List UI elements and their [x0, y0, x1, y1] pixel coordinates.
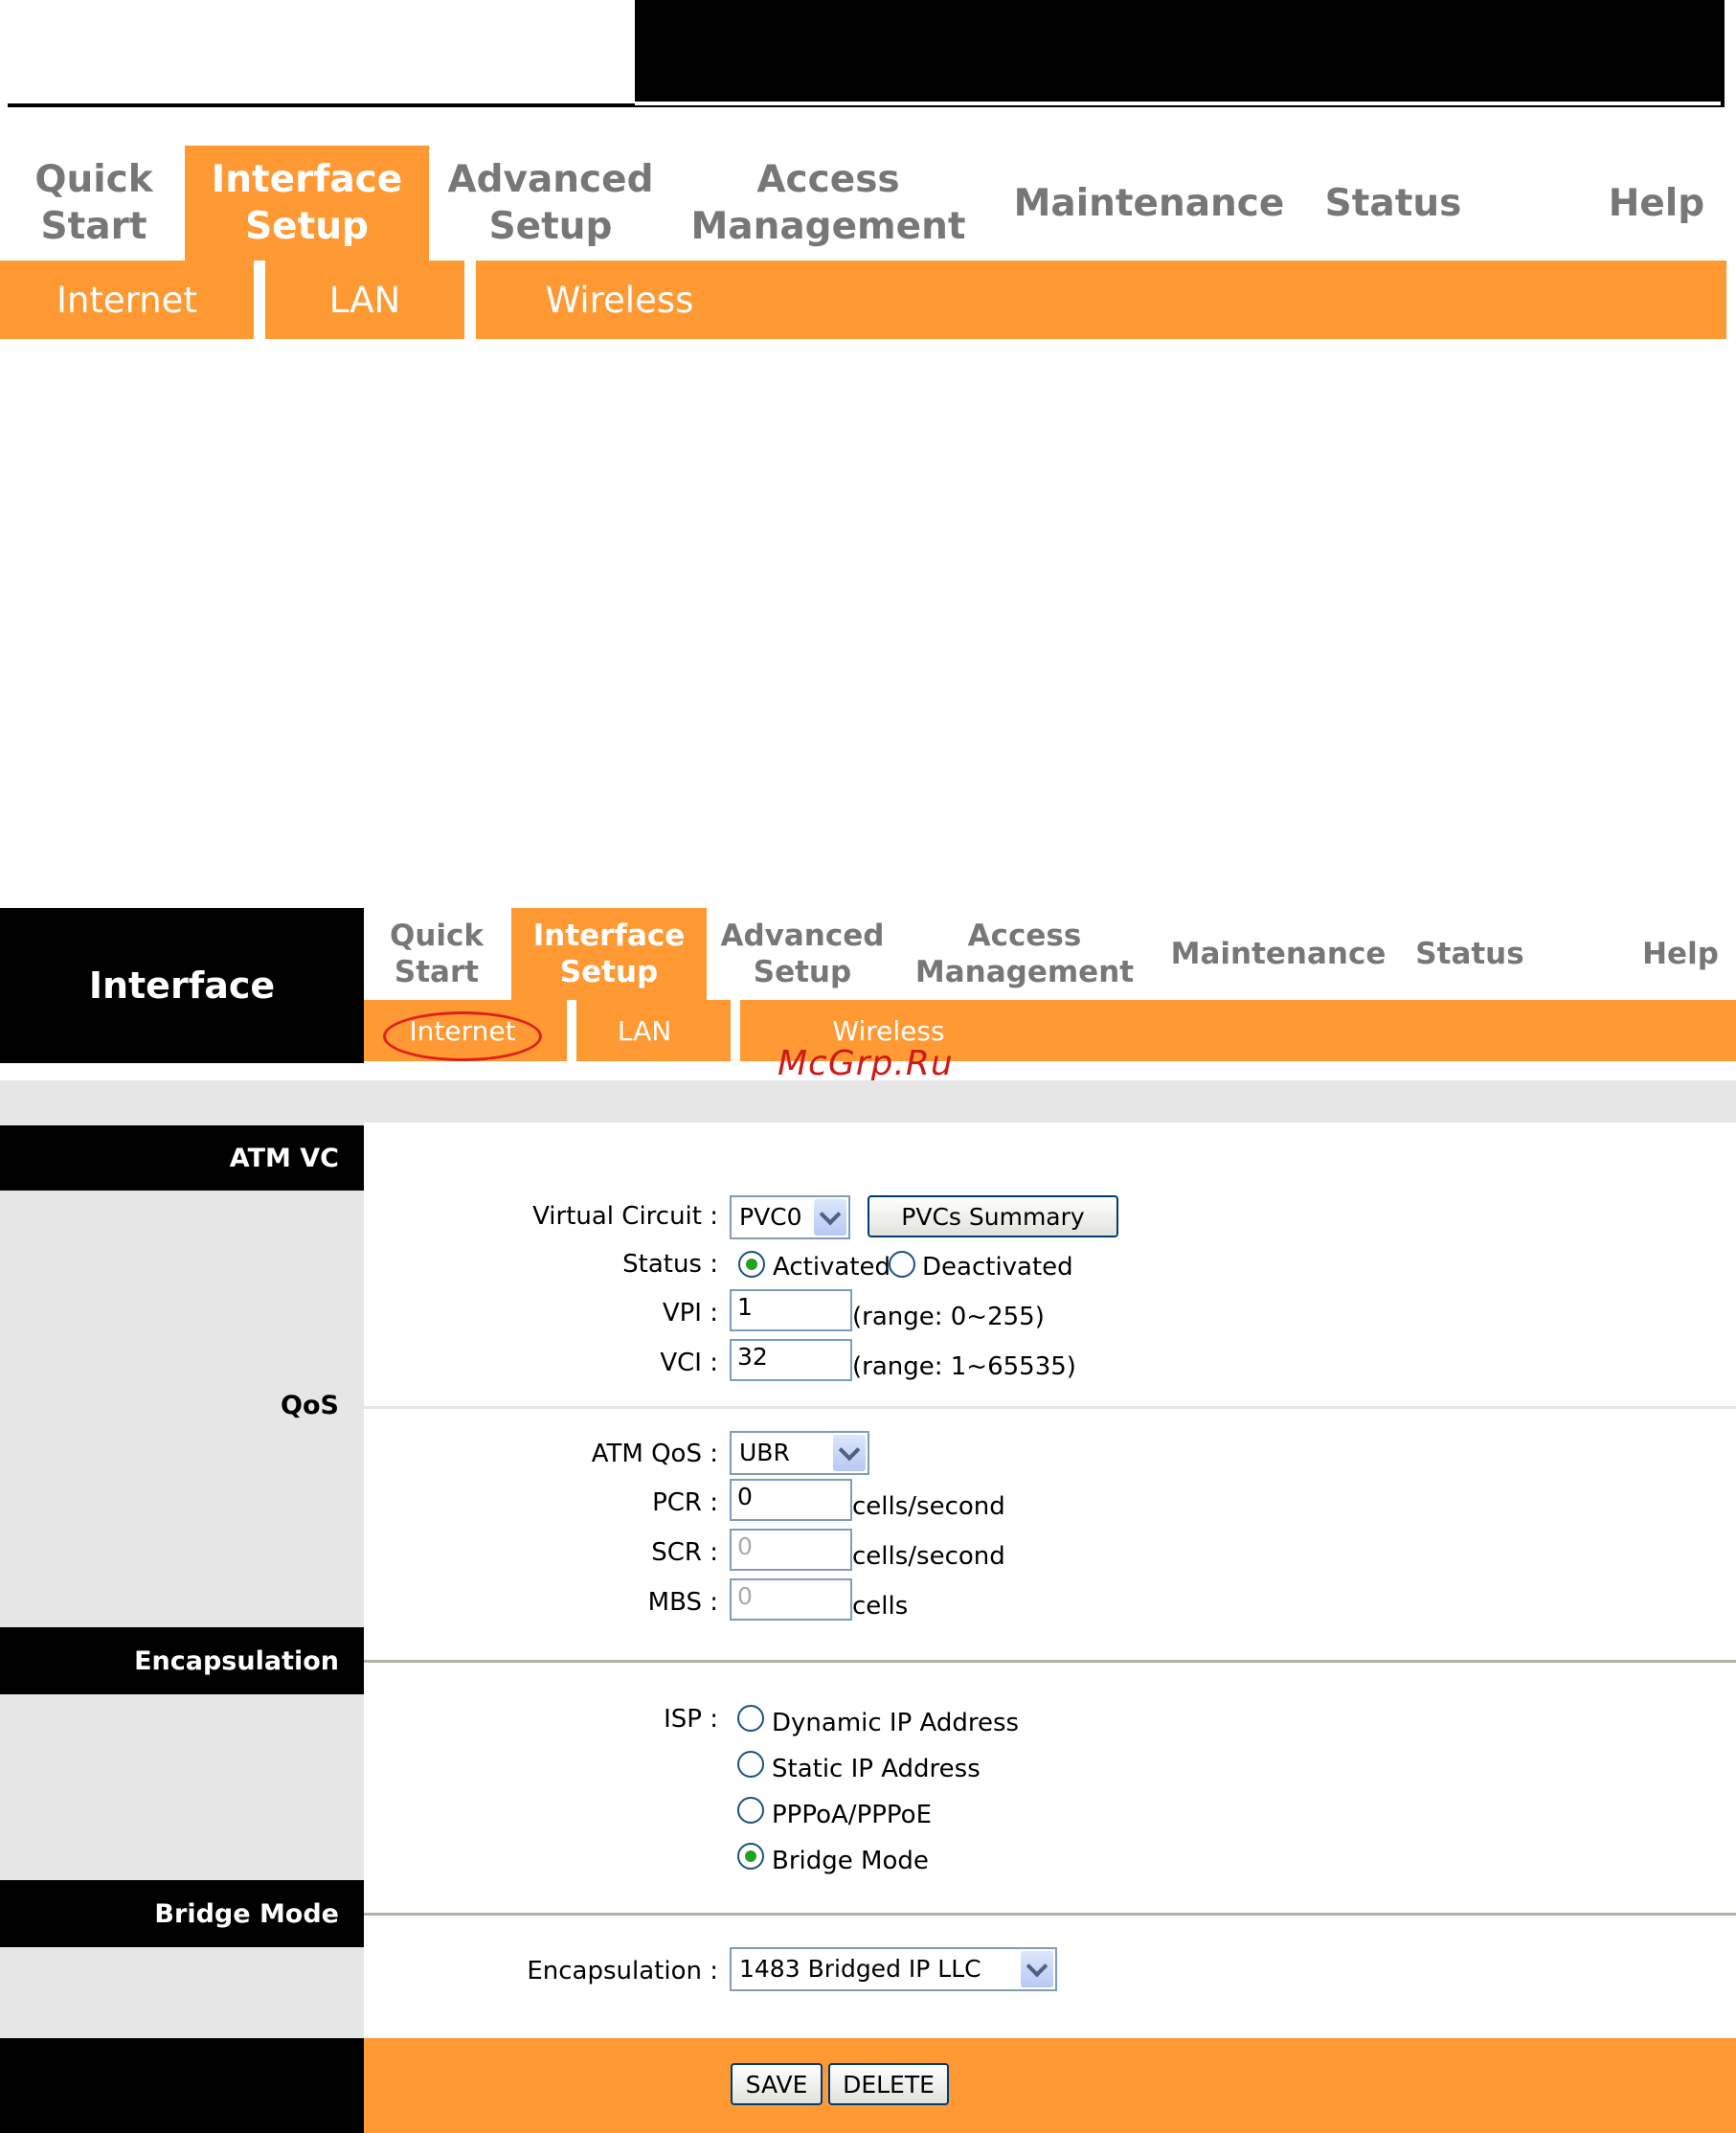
- pcr-label: PCR :: [652, 1488, 718, 1517]
- top-nav-interface-setup[interactable]: Interface Setup: [185, 146, 429, 261]
- top-header-rule: [8, 103, 635, 107]
- status-deactivated-label: Deactivated: [922, 1253, 1073, 1282]
- atm-qos-value: UBR: [739, 1439, 790, 1466]
- vci-range: (range: 1~65535): [852, 1352, 1076, 1381]
- content-top-strip: [0, 1080, 1736, 1123]
- top-nav-status[interactable]: Status: [1321, 146, 1465, 261]
- top-nav-help[interactable]: Help: [1589, 146, 1724, 261]
- top-header-bar: [635, 0, 1725, 107]
- divider-bridge-mode: [364, 1913, 1736, 1916]
- isp-static-ip-radio[interactable]: [737, 1751, 764, 1778]
- subnav-separator: [567, 1000, 576, 1061]
- atm-qos-select[interactable]: UBR: [730, 1431, 869, 1475]
- nav-quick-start[interactable]: Quick Start: [364, 908, 509, 1000]
- top-subnav-separator: [464, 261, 476, 339]
- top-subnav-bar: Internet LAN Wireless: [0, 261, 1726, 339]
- isp-bridge-mode-radio[interactable]: [737, 1843, 764, 1870]
- vpi-range: (range: 0~255): [852, 1303, 1045, 1331]
- isp-label: ISP :: [664, 1705, 718, 1734]
- status-label: Status :: [622, 1250, 718, 1279]
- scr-input[interactable]: 0: [730, 1529, 852, 1571]
- isp-dynamic-ip-radio[interactable]: [737, 1705, 764, 1732]
- virtual-circuit-value: PVC0: [739, 1203, 802, 1231]
- section-bridge-mode-label: Bridge Mode: [154, 1898, 339, 1929]
- top-nav-access-management[interactable]: Access Management: [689, 146, 967, 261]
- mbs-unit: cells: [852, 1592, 909, 1621]
- subnav-separator: [731, 1000, 740, 1061]
- section-encapsulation-label: Encapsulation: [134, 1645, 339, 1676]
- nav-interface-setup[interactable]: Interface Setup: [511, 908, 707, 1000]
- section-atm-vc-label: ATM VC: [229, 1143, 339, 1173]
- subnav-lan[interactable]: LAN: [576, 1000, 712, 1061]
- chevron-down-icon: [1021, 1951, 1053, 1987]
- nav-maintenance[interactable]: Maintenance: [1168, 908, 1388, 1000]
- status-activated-radio[interactable]: [738, 1251, 765, 1278]
- isp-bridge-mode-label: Bridge Mode: [772, 1847, 929, 1875]
- vpi-label: VPI :: [662, 1299, 718, 1327]
- nav-access-management[interactable]: Access Management: [910, 908, 1139, 1000]
- page-logo-text: Interface: [88, 964, 276, 1007]
- vci-label: VCI :: [660, 1349, 718, 1377]
- bridge-encapsulation-select[interactable]: 1483 Bridged IP LLC: [730, 1947, 1057, 1991]
- top-subnav-wireless[interactable]: Wireless: [476, 261, 763, 339]
- section-bridge-mode: Bridge Mode: [0, 1880, 364, 1947]
- isp-static-ip-label: Static IP Address: [772, 1755, 981, 1783]
- isp-pppoa-pppoe-radio[interactable]: [737, 1797, 764, 1824]
- bridge-encapsulation-value: 1483 Bridged IP LLC: [739, 1955, 981, 1983]
- status-activated-label: Activated: [773, 1253, 891, 1282]
- virtual-circuit-label: Virtual Circuit :: [532, 1202, 718, 1231]
- top-nav-advanced-setup[interactable]: Advanced Setup: [436, 146, 665, 261]
- footer-left-block: [0, 2038, 364, 2133]
- virtual-circuit-select[interactable]: PVC0: [730, 1195, 850, 1239]
- isp-dynamic-ip-label: Dynamic IP Address: [772, 1709, 1020, 1737]
- top-nav-maintenance[interactable]: Maintenance: [1014, 146, 1285, 261]
- chevron-down-icon: [814, 1199, 846, 1236]
- top-subnav-internet[interactable]: Internet: [29, 261, 225, 339]
- top-nav-quick-start[interactable]: Quick Start: [8, 146, 180, 261]
- atm-qos-label: ATM QoS :: [591, 1440, 718, 1468]
- interface-internet-page: Interface Quick Start Interface Setup Ad…: [0, 908, 1736, 2133]
- section-encapsulation: Encapsulation: [0, 1627, 364, 1694]
- divider-qos: [364, 1406, 1736, 1409]
- scr-label: SCR :: [651, 1538, 718, 1567]
- chevron-down-icon: [833, 1435, 866, 1471]
- watermark: McGrp.Ru: [778, 1044, 954, 1083]
- nav-advanced-setup[interactable]: Advanced Setup: [707, 908, 898, 1000]
- top-header-line: [635, 102, 1721, 105]
- nav-help[interactable]: Help: [1628, 908, 1733, 1000]
- pcr-unit: cells/second: [852, 1492, 1005, 1521]
- bridge-encapsulation-label: Encapsulation :: [527, 1957, 718, 1986]
- subnav-bar: Internet LAN Wireless: [364, 1000, 1736, 1061]
- footer-bar: SAVE DELETE: [364, 2038, 1736, 2133]
- section-qos: QoS: [0, 1391, 364, 1420]
- page-logo: Interface: [0, 908, 364, 1063]
- delete-button[interactable]: DELETE: [828, 2063, 949, 2105]
- mbs-label: MBS :: [647, 1588, 718, 1617]
- internet-highlight-circle: [383, 1011, 542, 1061]
- pvcs-summary-button[interactable]: PVCs Summary: [868, 1195, 1118, 1237]
- scr-unit: cells/second: [852, 1542, 1005, 1571]
- mbs-input[interactable]: 0: [730, 1578, 852, 1621]
- pcr-input[interactable]: 0: [730, 1479, 852, 1521]
- save-button[interactable]: SAVE: [731, 2063, 823, 2105]
- section-qos-label: QoS: [281, 1391, 339, 1420]
- top-subnav-separator: [254, 261, 265, 339]
- section-atm-vc: ATM VC: [0, 1125, 364, 1191]
- isp-pppoa-pppoe-label: PPPoA/PPPoE: [772, 1801, 933, 1829]
- status-deactivated-radio[interactable]: [889, 1251, 915, 1278]
- vpi-input[interactable]: 1: [730, 1289, 852, 1331]
- vci-input[interactable]: 32: [730, 1339, 852, 1381]
- top-subnav-lan[interactable]: LAN: [265, 261, 464, 339]
- nav-status[interactable]: Status: [1408, 908, 1532, 1000]
- divider-encapsulation: [364, 1660, 1736, 1663]
